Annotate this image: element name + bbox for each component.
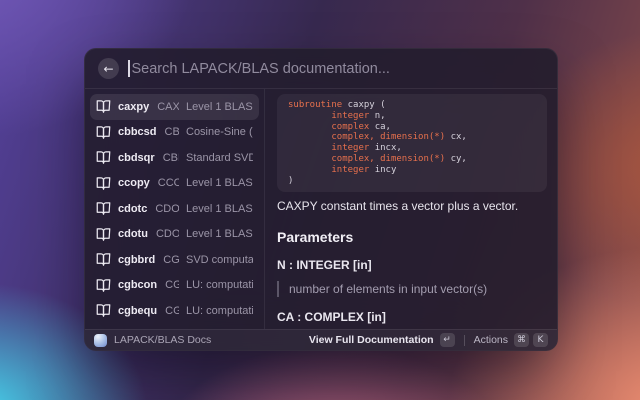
book-open-icon	[96, 201, 111, 216]
code-line: complex ca,	[288, 122, 536, 133]
return-key-badge: ↵	[440, 333, 455, 347]
actions-label: Actions	[474, 334, 508, 346]
result-category: LU: computati...	[186, 305, 253, 317]
book-open-icon	[96, 227, 111, 242]
result-category: Standard SVD...	[186, 152, 253, 164]
book-open-icon	[96, 303, 111, 318]
footer-divider	[464, 335, 465, 346]
code-line: )	[288, 176, 536, 187]
code-line: integer n,	[288, 111, 536, 122]
search-field-wrap	[128, 60, 544, 77]
text-caret	[128, 60, 130, 77]
footer-bar: LAPACK/BLAS Docs View Full Documentation…	[85, 329, 557, 350]
search-header: ←	[85, 49, 557, 89]
result-category: Level 1 BLAS:...	[186, 177, 253, 189]
result-row-cgbequ[interactable]: cgbequ CGBE... LU: computati...	[90, 298, 259, 324]
app-name: LAPACK/BLAS Docs	[114, 334, 211, 346]
parameter-description: number of elements in input vector(s)	[277, 281, 547, 297]
view-full-documentation-button[interactable]: View Full Documentation ↵	[309, 333, 455, 347]
result-name: cgbbrd	[118, 254, 155, 266]
result-row-cgbcon[interactable]: cgbcon CGBC... LU: computati...	[90, 273, 259, 299]
result-name: ccopy	[118, 177, 150, 189]
result-fullname: CBBC...	[165, 126, 179, 138]
back-arrow-icon: ←	[103, 63, 113, 75]
result-fullname: CCOPY...	[158, 177, 179, 189]
code-block: subroutine caxpy ( integer n, complex ca…	[277, 94, 547, 192]
result-name: cdotc	[118, 203, 147, 215]
result-row-ccopy[interactable]: ccopy CCOPY... Level 1 BLAS:...	[90, 171, 259, 197]
book-open-icon	[96, 99, 111, 114]
detail-panel: subroutine caxpy ( integer n, complex ca…	[265, 89, 557, 329]
result-row-cdotu[interactable]: cdotu CDOTU... Level 1 BLAS:...	[90, 222, 259, 248]
routine-description: CAXPY constant times a vector plus a vec…	[277, 199, 547, 213]
result-row-cbbcsd[interactable]: cbbcsd CBBC... Cosine-Sine (...	[90, 120, 259, 146]
code-line: subroutine caxpy (	[288, 100, 536, 111]
command-key-badge: ⌘	[514, 333, 529, 347]
footer-app: LAPACK/BLAS Docs	[94, 334, 211, 347]
back-button[interactable]: ←	[98, 58, 119, 79]
book-open-icon	[96, 278, 111, 293]
result-name: cgbcon	[118, 279, 157, 291]
result-category: Level 1 BLAS:...	[186, 203, 253, 215]
actions-key-badges: ⌘K	[514, 333, 548, 347]
result-row-cgbbrd[interactable]: cgbbrd CGBBR... SVD computa...	[90, 247, 259, 273]
result-fullname: CGBC...	[165, 279, 179, 291]
result-name: cdotu	[118, 228, 148, 240]
result-fullname: CBDS...	[163, 152, 179, 164]
code-line: complex, dimension(*) cx,	[288, 132, 536, 143]
parameters-heading: Parameters	[277, 229, 547, 245]
book-open-icon	[96, 252, 111, 267]
parameter-name: N : INTEGER [in]	[277, 258, 547, 272]
result-category: LU: computati...	[186, 279, 253, 291]
result-fullname: CDOTC...	[155, 203, 179, 215]
parameters-list: N : INTEGER [in] number of elements in in…	[277, 258, 547, 329]
search-window: ← caxpy CAXPY... Level 1 BLAS:... cbbcsd CB…	[84, 48, 558, 351]
content-area: caxpy CAXPY... Level 1 BLAS:... cbbcsd CBBC…	[85, 89, 557, 329]
parameter-name: CA : COMPLEX [in]	[277, 310, 547, 324]
actions-button[interactable]: Actions ⌘K	[474, 333, 548, 347]
book-open-icon	[96, 125, 111, 140]
result-fullname: CAXPY...	[157, 101, 179, 113]
result-name: caxpy	[118, 101, 149, 113]
book-open-icon	[96, 150, 111, 165]
result-fullname: CGBE...	[165, 305, 179, 317]
result-name: cgbequ	[118, 305, 157, 317]
k-key-badge: K	[533, 333, 548, 347]
result-row-caxpy[interactable]: caxpy CAXPY... Level 1 BLAS:...	[90, 94, 259, 120]
view-full-documentation-label: View Full Documentation	[309, 334, 434, 346]
book-open-icon	[96, 176, 111, 191]
result-name: cbbcsd	[118, 126, 157, 138]
app-icon	[94, 334, 107, 347]
result-row-cbdsqr[interactable]: cbdsqr CBDS... Standard SVD...	[90, 145, 259, 171]
search-input[interactable]	[132, 61, 545, 77]
code-line: complex, dimension(*) cy,	[288, 154, 536, 165]
footer-actions: View Full Documentation ↵ Actions ⌘K	[309, 333, 548, 347]
result-category: Level 1 BLAS:...	[186, 228, 253, 240]
code-line: integer incy	[288, 165, 536, 176]
result-fullname: CGBBR...	[163, 254, 179, 266]
result-category: SVD computa...	[186, 254, 253, 266]
result-fullname: CDOTU...	[156, 228, 179, 240]
result-row-cdotc[interactable]: cdotc CDOTC... Level 1 BLAS:...	[90, 196, 259, 222]
code-line: integer incx,	[288, 143, 536, 154]
results-list: caxpy CAXPY... Level 1 BLAS:... cbbcsd CBBC…	[85, 89, 265, 329]
result-category: Level 1 BLAS:...	[186, 101, 253, 113]
result-category: Cosine-Sine (...	[186, 126, 253, 138]
result-name: cbdsqr	[118, 152, 155, 164]
